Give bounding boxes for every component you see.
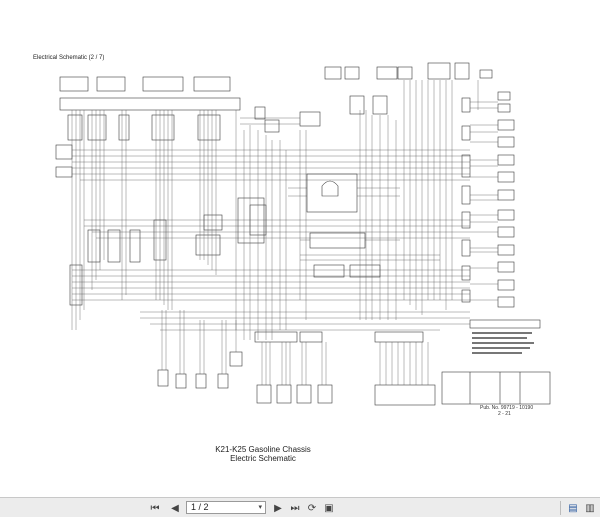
fit-page-icon[interactable]: ▣	[322, 501, 336, 515]
two-page-view-icon[interactable]: ▥	[583, 501, 597, 515]
viewer-toolbar: ⏮ ◀ 1 / 2 ▾ ▶ ⏭ ⟳ ▣ ▤ ▥	[0, 497, 600, 517]
rotate-icon[interactable]: ⟳	[305, 501, 319, 515]
next-page-icon[interactable]: ▶	[271, 501, 285, 515]
prev-page-icon[interactable]: ◀	[168, 501, 182, 515]
schematic-subtitle: Electric Schematic	[230, 454, 296, 463]
schematic-title: K21-K25 Gasoline Chassis	[215, 445, 311, 454]
page-indicator: 1 / 2	[191, 502, 209, 512]
chevron-down-icon: ▾	[258, 504, 262, 511]
first-page-icon[interactable]: ⏮	[148, 501, 162, 515]
toolbar-divider	[560, 501, 561, 515]
last-page-icon[interactable]: ⏭	[288, 501, 302, 515]
document-page: Electrical Schematic (2 / 7) Pub. No. 99…	[0, 0, 600, 490]
document-page-number: 2 - 21	[498, 411, 511, 417]
page-indicator-dropdown[interactable]: 1 / 2 ▾	[186, 501, 266, 514]
single-page-view-icon[interactable]: ▤	[566, 501, 580, 515]
